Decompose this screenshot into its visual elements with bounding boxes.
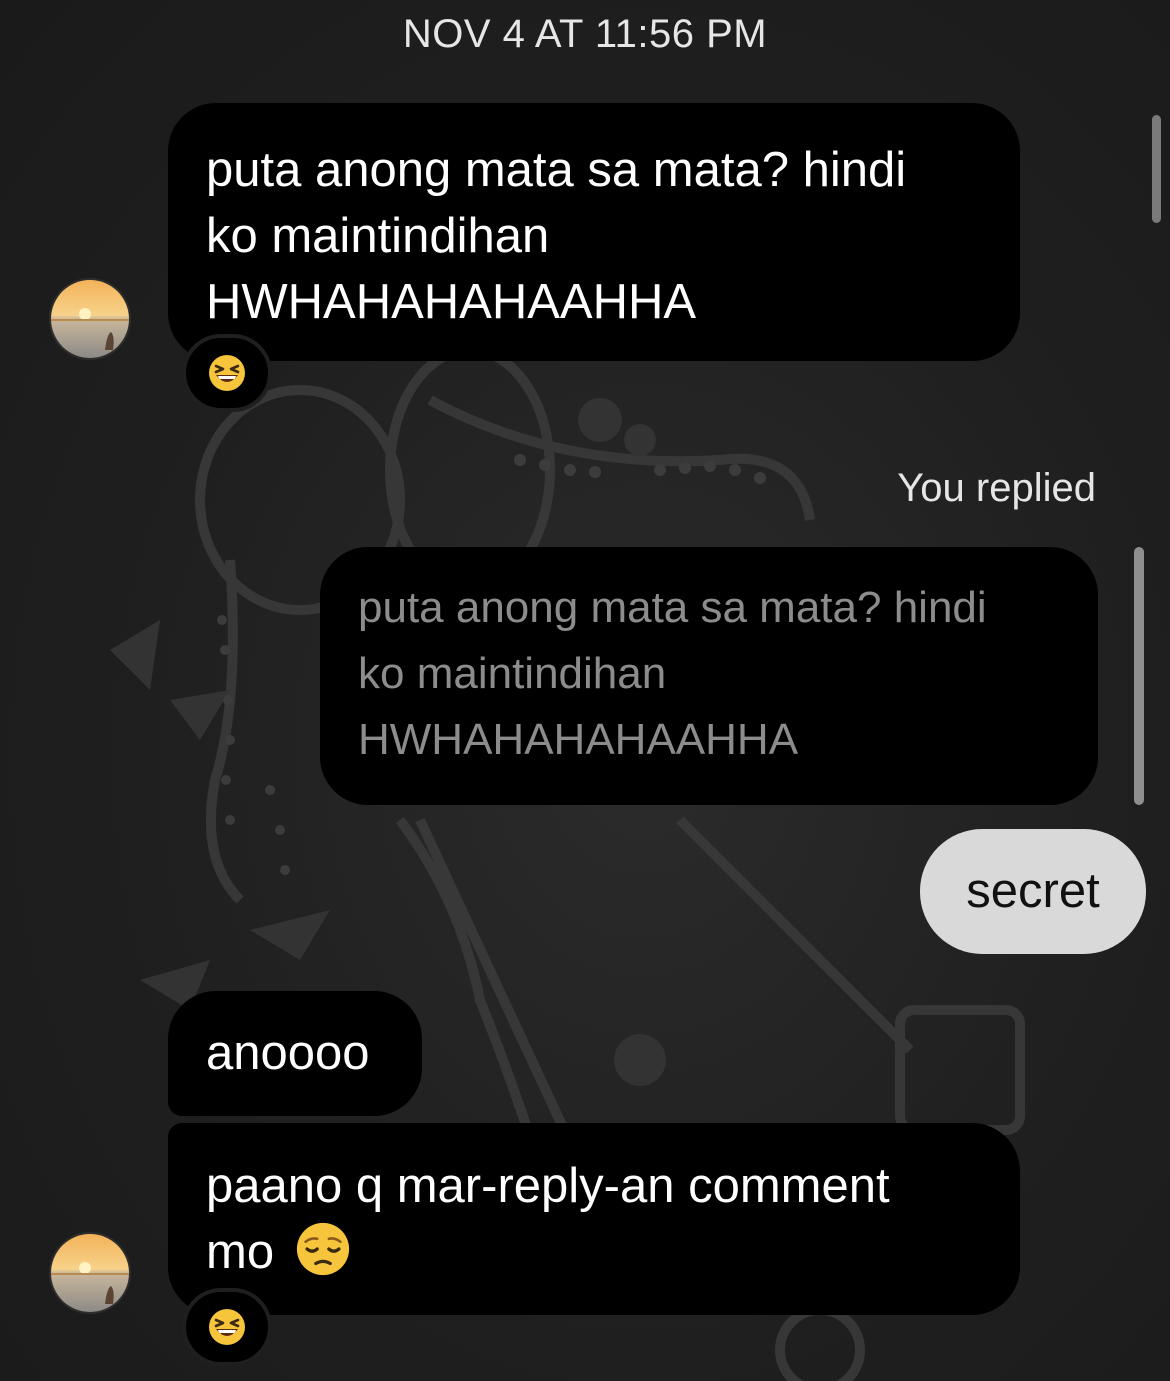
message-reaction[interactable] — [182, 1288, 272, 1366]
quote-indicator-bar — [1134, 547, 1144, 805]
avatar-sunset-image — [51, 1234, 129, 1312]
message-line-with-emoji: mo — [206, 1219, 980, 1285]
avatar-sunset-image — [51, 280, 129, 358]
message-line: HWHAHAHAHAAHHA — [206, 275, 697, 329]
you-replied-label: You replied — [897, 466, 1096, 510]
message-reaction[interactable] — [182, 334, 272, 412]
quoted-line: ko maintindihan — [358, 649, 667, 698]
message-line: mo — [206, 1225, 275, 1279]
contact-avatar[interactable] — [49, 1232, 131, 1314]
incoming-message-bubble[interactable]: puta anong mata sa mata? hindi ko mainti… — [168, 103, 1020, 361]
laughing-squint-emoji-icon — [209, 355, 245, 391]
message-line: puta anong mata sa mata? hindi — [206, 143, 907, 197]
quoted-line: puta anong mata sa mata? hindi — [358, 583, 987, 632]
message-line: paano q mar-reply-an comment — [206, 1159, 890, 1213]
message-line: ko maintindihan — [206, 209, 550, 263]
scroll-indicator[interactable] — [1152, 115, 1161, 223]
incoming-message-bubble[interactable]: anoooo — [168, 991, 422, 1116]
contact-avatar[interactable] — [49, 278, 131, 360]
thread-timestamp: NOV 4 AT 11:56 PM — [402, 12, 768, 56]
quoted-line: HWHAHAHAHAAHHA — [358, 715, 799, 764]
quoted-reply-preview[interactable]: puta anong mata sa mata? hindi ko mainti… — [320, 547, 1098, 805]
chat-screen: NOV 4 AT 11:56 PM puta anong mata sa mat… — [0, 0, 1170, 1381]
incoming-message-bubble[interactable]: paano q mar-reply-an comment mo — [168, 1123, 1020, 1315]
outgoing-message-bubble[interactable]: secret — [920, 829, 1146, 954]
pensive-face-emoji-icon — [296, 1222, 349, 1276]
laughing-squint-emoji-icon — [209, 1309, 245, 1345]
